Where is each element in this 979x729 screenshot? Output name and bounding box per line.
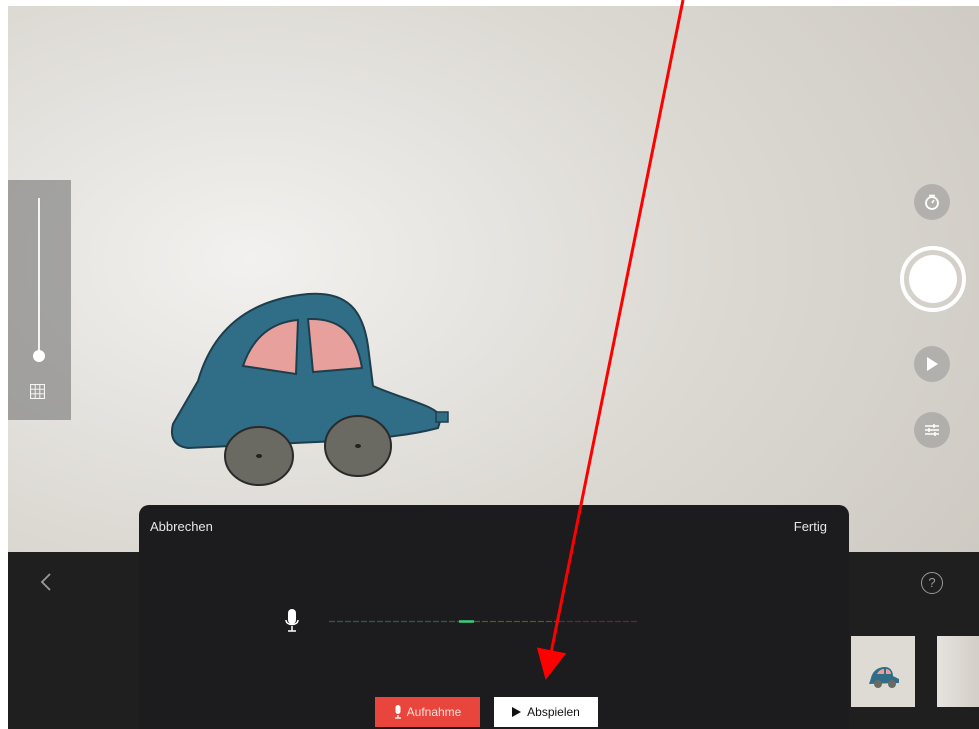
cancel-button[interactable]: Abbrechen (150, 519, 213, 534)
camera-viewfinder: ? Abbrechen Fertig Aufnahme Abspielen (8, 6, 979, 729)
grid-icon[interactable] (30, 384, 45, 399)
timer-button[interactable] (914, 184, 950, 220)
done-button[interactable]: Fertig (794, 519, 827, 534)
zoom-slider-track[interactable] (38, 198, 40, 358)
play-icon (927, 357, 938, 371)
zoom-slider-panel (8, 180, 71, 420)
question-circle-icon[interactable]: ? (921, 572, 943, 594)
record-button[interactable]: Aufnahme (375, 697, 480, 727)
record-button-label: Aufnahme (406, 705, 462, 719)
car-photo (170, 292, 449, 486)
settings-sliders-icon (925, 424, 939, 436)
timer-icon (925, 194, 939, 210)
frame-thumbnail[interactable] (851, 636, 915, 707)
microphone-icon (285, 609, 299, 632)
chevron-left-icon[interactable] (40, 572, 52, 598)
preview-play-button[interactable] (914, 346, 950, 382)
zoom-slider-knob[interactable] (33, 350, 45, 362)
play-button[interactable]: Abspielen (494, 697, 598, 727)
microphone-icon (394, 705, 401, 719)
adjustments-button[interactable] (914, 412, 950, 448)
shutter-inner (909, 255, 957, 303)
play-button-label: Abspielen (527, 705, 580, 719)
frame-thumbnail[interactable] (937, 636, 979, 707)
audio-level-meter (329, 620, 639, 623)
shutter-button[interactable] (900, 246, 966, 312)
play-icon (512, 707, 522, 717)
audio-record-sheet: Abbrechen Fertig Aufnahme Abspielen (139, 505, 849, 729)
